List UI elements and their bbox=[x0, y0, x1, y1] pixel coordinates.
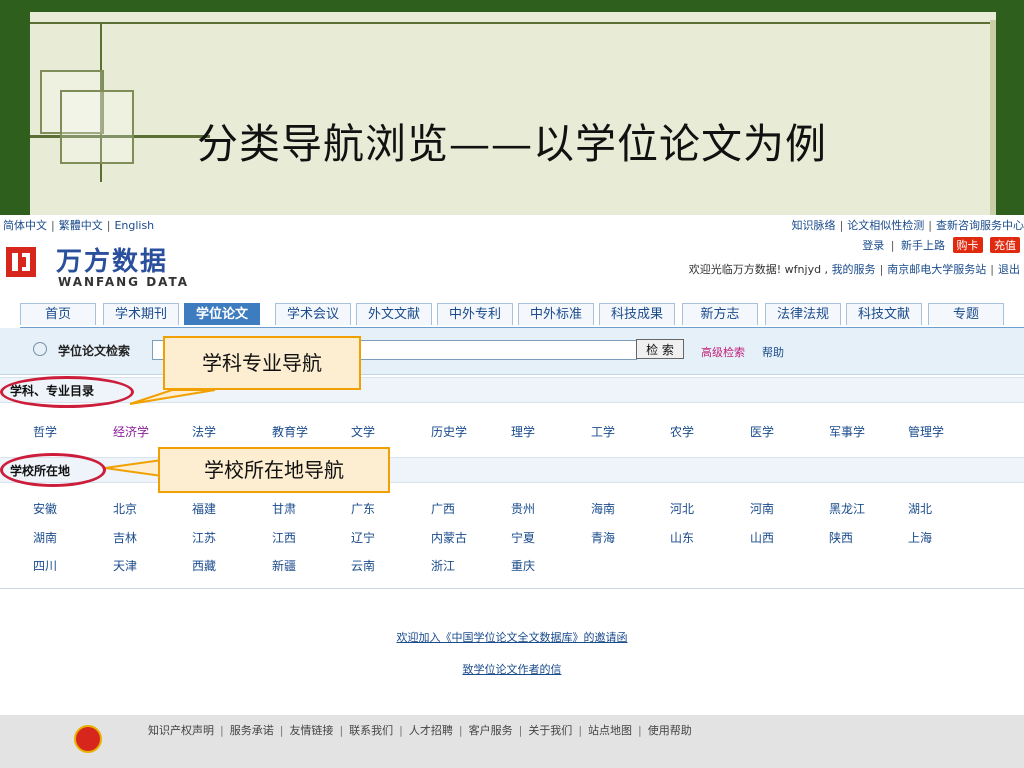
location-section-highlight bbox=[0, 453, 106, 487]
location-callout-pointer bbox=[104, 458, 163, 478]
subject-nav-callout: 学科专业导航 bbox=[163, 336, 361, 390]
subject-section-highlight bbox=[0, 376, 134, 408]
callout-pointers bbox=[104, 389, 216, 478]
subject-callout-pointer bbox=[129, 389, 216, 405]
location-nav-callout: 学校所在地导航 bbox=[158, 447, 390, 493]
